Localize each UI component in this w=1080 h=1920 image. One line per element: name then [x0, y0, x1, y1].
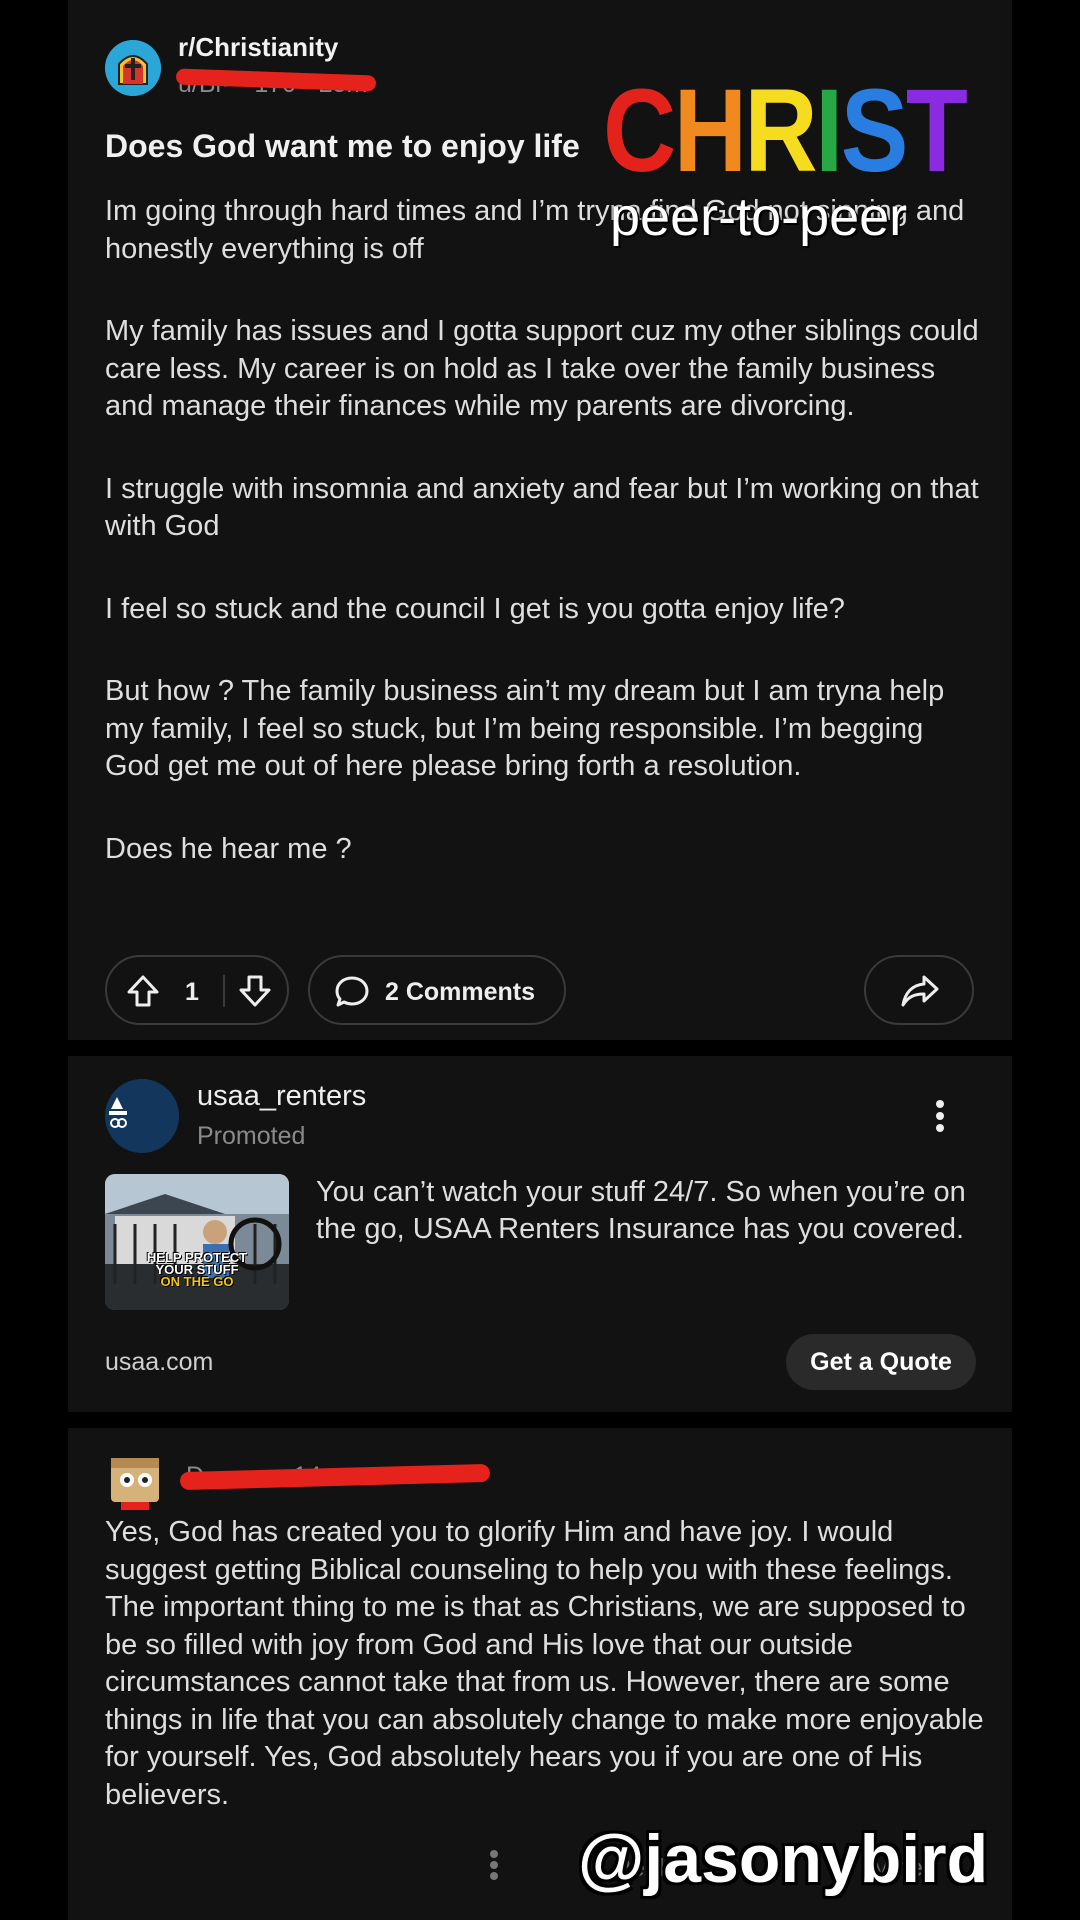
overlay-title-letter: C [603, 65, 676, 197]
comment-more-icon[interactable] [488, 1848, 500, 1887]
subreddit-avatar[interactable] [105, 40, 161, 96]
upvote-count: 1 [185, 978, 199, 1006]
overlay-brand-title: CHRIST [603, 72, 968, 190]
post-paragraph: My family has issues and I gotta support… [105, 315, 979, 422]
commenter-avatar[interactable] [105, 1448, 165, 1512]
vote-bar: 1 [105, 955, 289, 1025]
get-quote-button[interactable]: Get a Quote [786, 1334, 976, 1390]
share-icon [900, 973, 940, 1014]
comment-bubble-icon [334, 974, 370, 1015]
more-options-icon[interactable] [934, 1098, 946, 1139]
ad-copy[interactable]: You can’t watch your stuff 24/7. So when… [316, 1174, 976, 1248]
comments-count-label: 2 Comments [385, 978, 536, 1006]
comments-button[interactable]: 2 Comments [308, 955, 566, 1025]
post-body: Im going through hard times and I’m tryn… [105, 193, 985, 913]
downvote-icon[interactable] [235, 971, 275, 1016]
ad-domain-link[interactable]: usaa.com [105, 1348, 213, 1377]
advertiser-avatar[interactable] [105, 1079, 179, 1153]
comment-body: Yes, God has created you to glorify Him … [105, 1516, 984, 1811]
watermark-handle: @jasonybird [578, 1821, 989, 1897]
promoted-label: Promoted [197, 1122, 306, 1150]
share-button[interactable] [864, 955, 974, 1025]
ad-thumbnail[interactable]: HELP PROTECT YOUR STUFF ON THE GO [105, 1174, 289, 1310]
overlay-title-letter: R [744, 65, 817, 197]
overlay-title-letter: I [815, 65, 843, 197]
post-title[interactable]: Does God want me to enjoy life [105, 128, 580, 165]
promoted-ad-card[interactable]: usaa_renters Promoted HELP PROTECT YOUR … [68, 1056, 1012, 1412]
overlay-title-letter: H [673, 65, 747, 197]
overlay-title-letter: T [905, 65, 968, 197]
vote-divider [223, 975, 225, 1007]
post-paragraph: But how ? The family business ain’t my d… [105, 675, 945, 782]
overlay-subtitle: peer-to-peer [610, 187, 908, 247]
post-paragraph: Does he hear me ? [105, 832, 352, 865]
subreddit-name[interactable]: r/Christianity [178, 32, 338, 63]
upvote-icon[interactable] [123, 971, 163, 1016]
overlay-title-letters: CHRIST [603, 65, 968, 197]
post-paragraph: I feel so stuck and the council I get is… [105, 592, 845, 625]
ad-thumb-text: ON THE GO [160, 1274, 234, 1289]
overlay-title-letter: S [840, 65, 909, 197]
advertiser-name[interactable]: usaa_renters [197, 1080, 366, 1113]
post-paragraph: I struggle with insomnia and anxiety and… [105, 472, 979, 543]
